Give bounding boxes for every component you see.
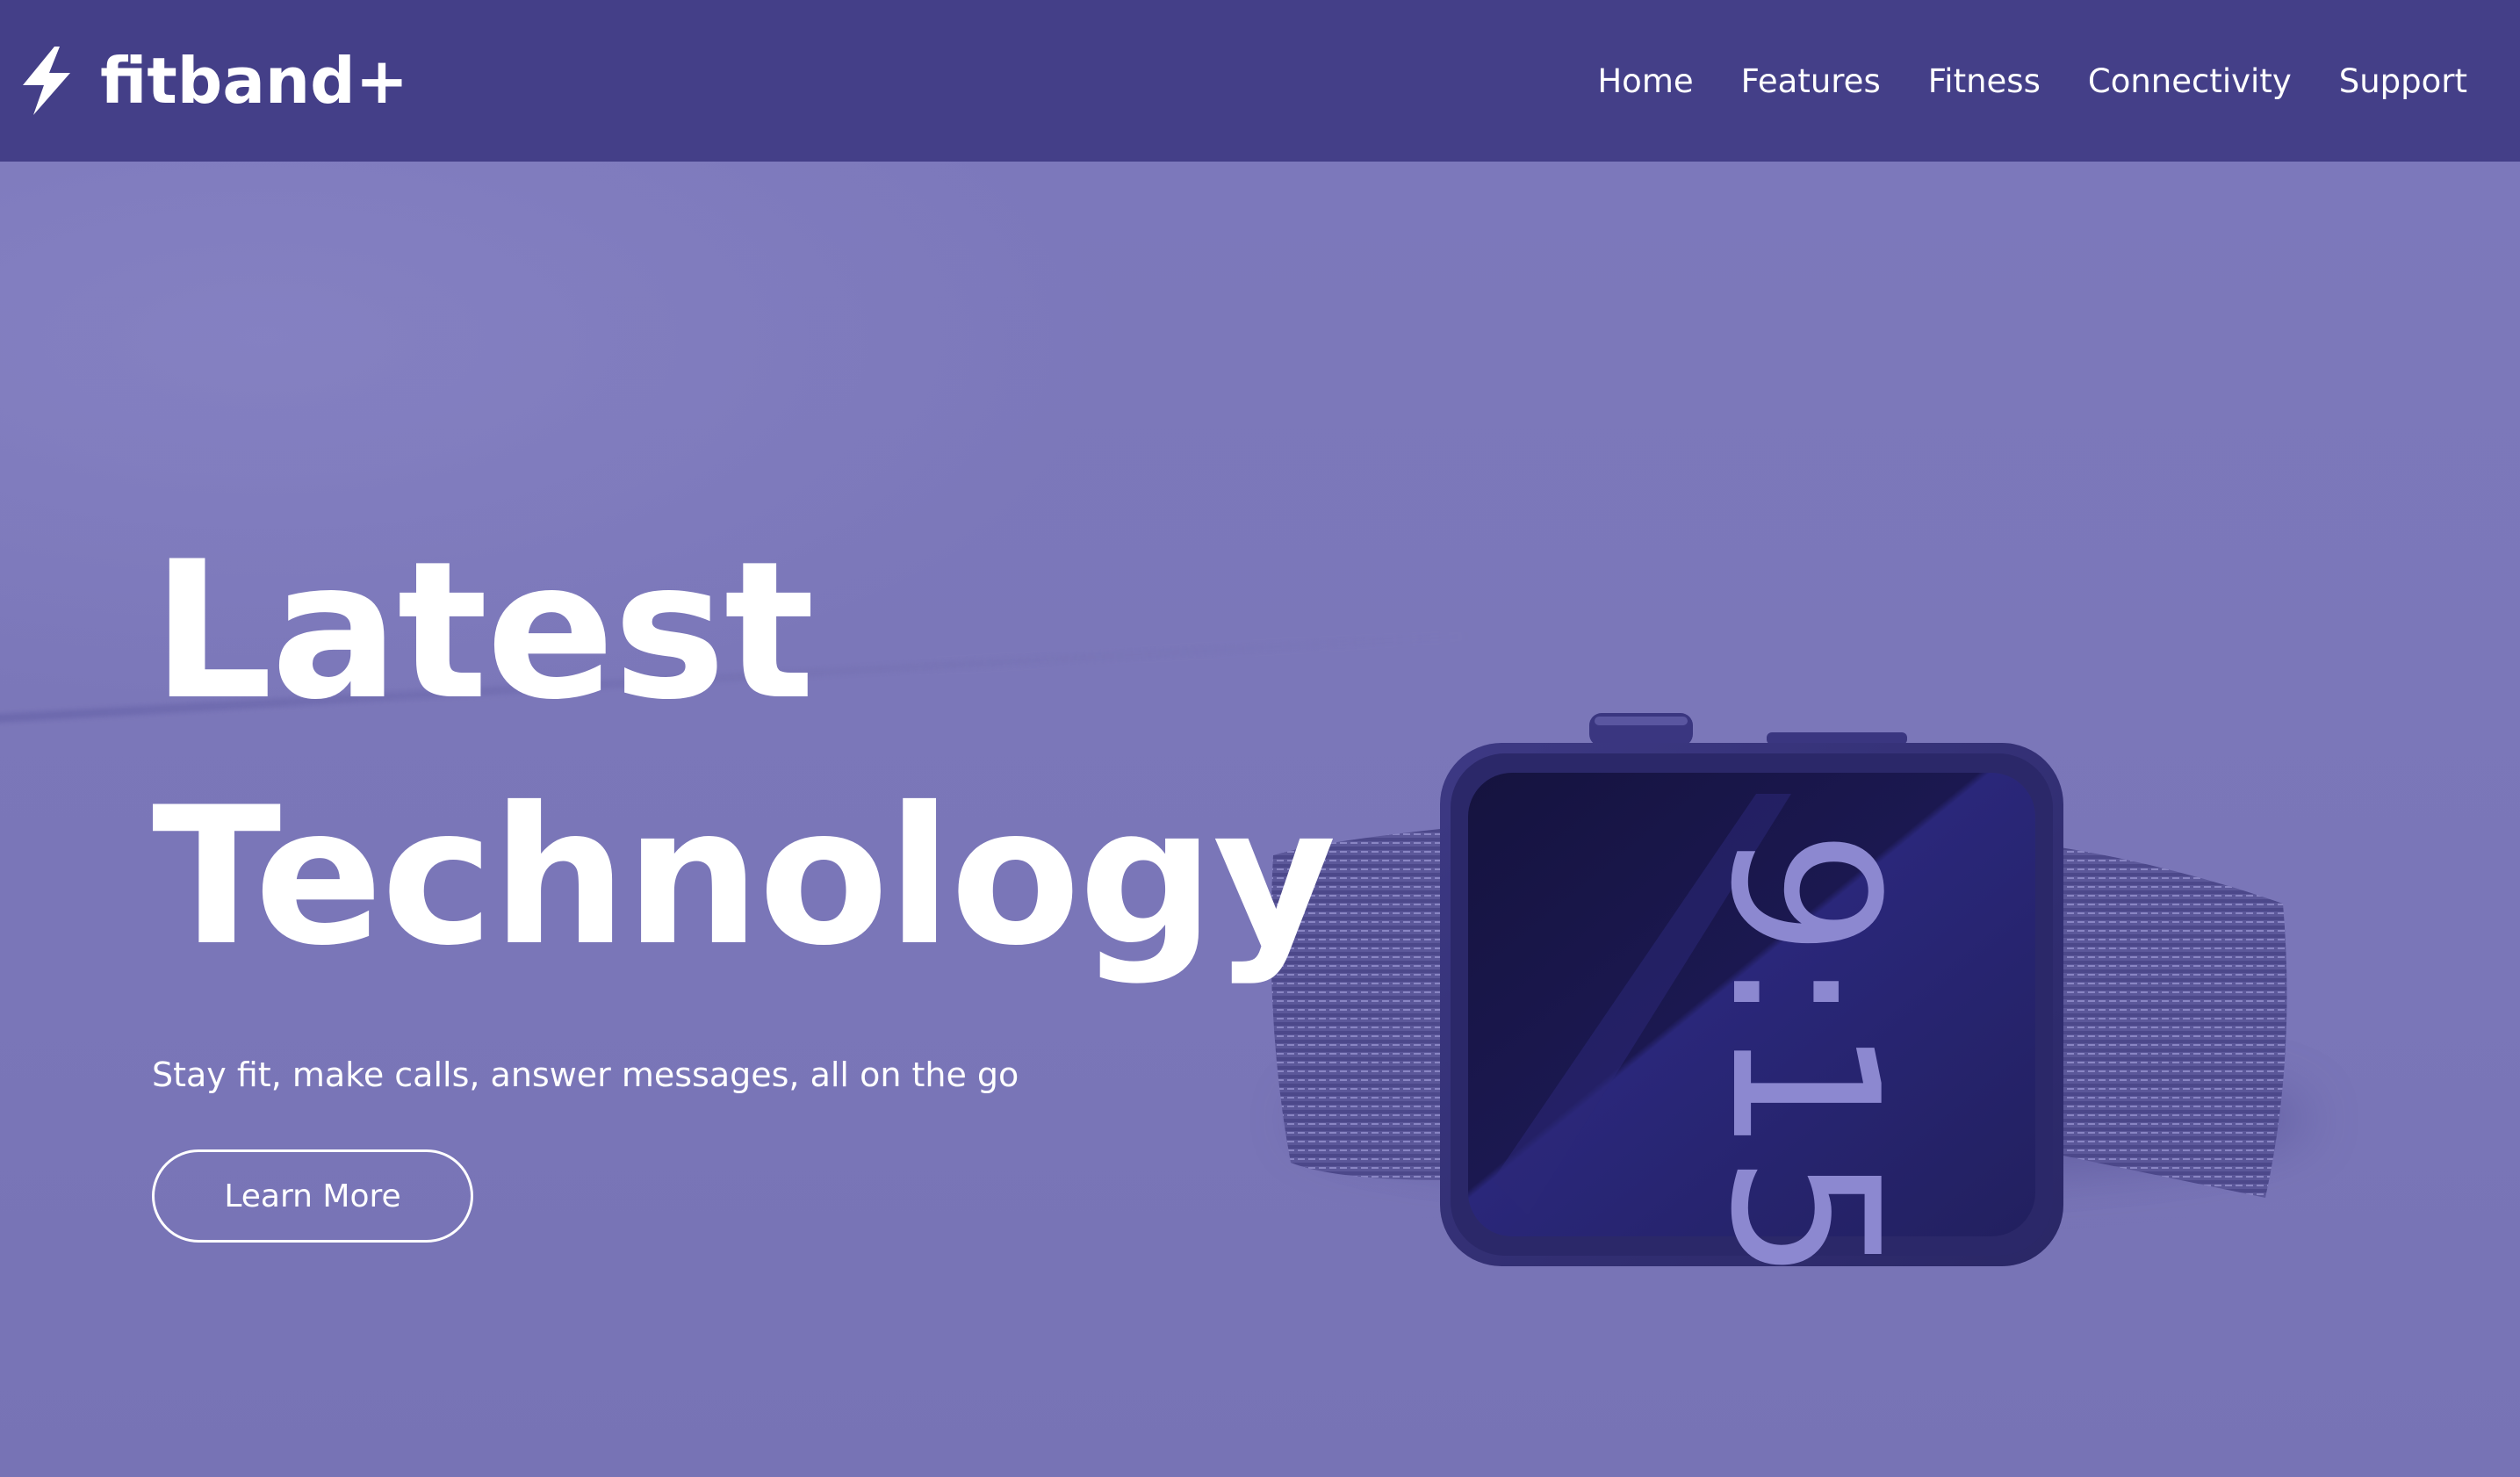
nav-link-fitness[interactable]: Fitness [1928, 62, 2041, 100]
learn-more-button[interactable]: Learn More [152, 1149, 473, 1243]
nav-link-home[interactable]: Home [1597, 62, 1693, 100]
nav-link-support[interactable]: Support [2339, 62, 2467, 100]
hero-title: Latest Technology [152, 508, 1381, 1000]
navbar: fitband+ Home Features Fitness Connectiv… [0, 0, 2520, 162]
hero-title-line-2: Technology [152, 767, 1336, 987]
nav-links: Home Features Fitness Connectivity Suppo… [1550, 62, 2467, 100]
lightning-bolt-icon [23, 47, 70, 115]
hero-section: 9:15 Latest Technology Stay fit, make ca… [0, 162, 2520, 1477]
hero-content: Latest Technology Stay fit, make calls, … [152, 508, 1381, 1243]
brand-logo-link[interactable]: fitband+ [19, 47, 408, 115]
nav-link-features[interactable]: Features [1741, 62, 1881, 100]
brand-name: fitband+ [100, 44, 409, 118]
smartwatch-image: 9:15 [1271, 713, 2287, 1283]
hero-title-line-1: Latest [152, 521, 815, 741]
nav-link-connectivity[interactable]: Connectivity [2088, 62, 2292, 100]
hero-subtitle: Stay fit, make calls, answer messages, a… [152, 1056, 1019, 1094]
watch-time-display: 9:15 [1686, 829, 1920, 1283]
watch-time-text: 9:15 [1686, 829, 1920, 1283]
